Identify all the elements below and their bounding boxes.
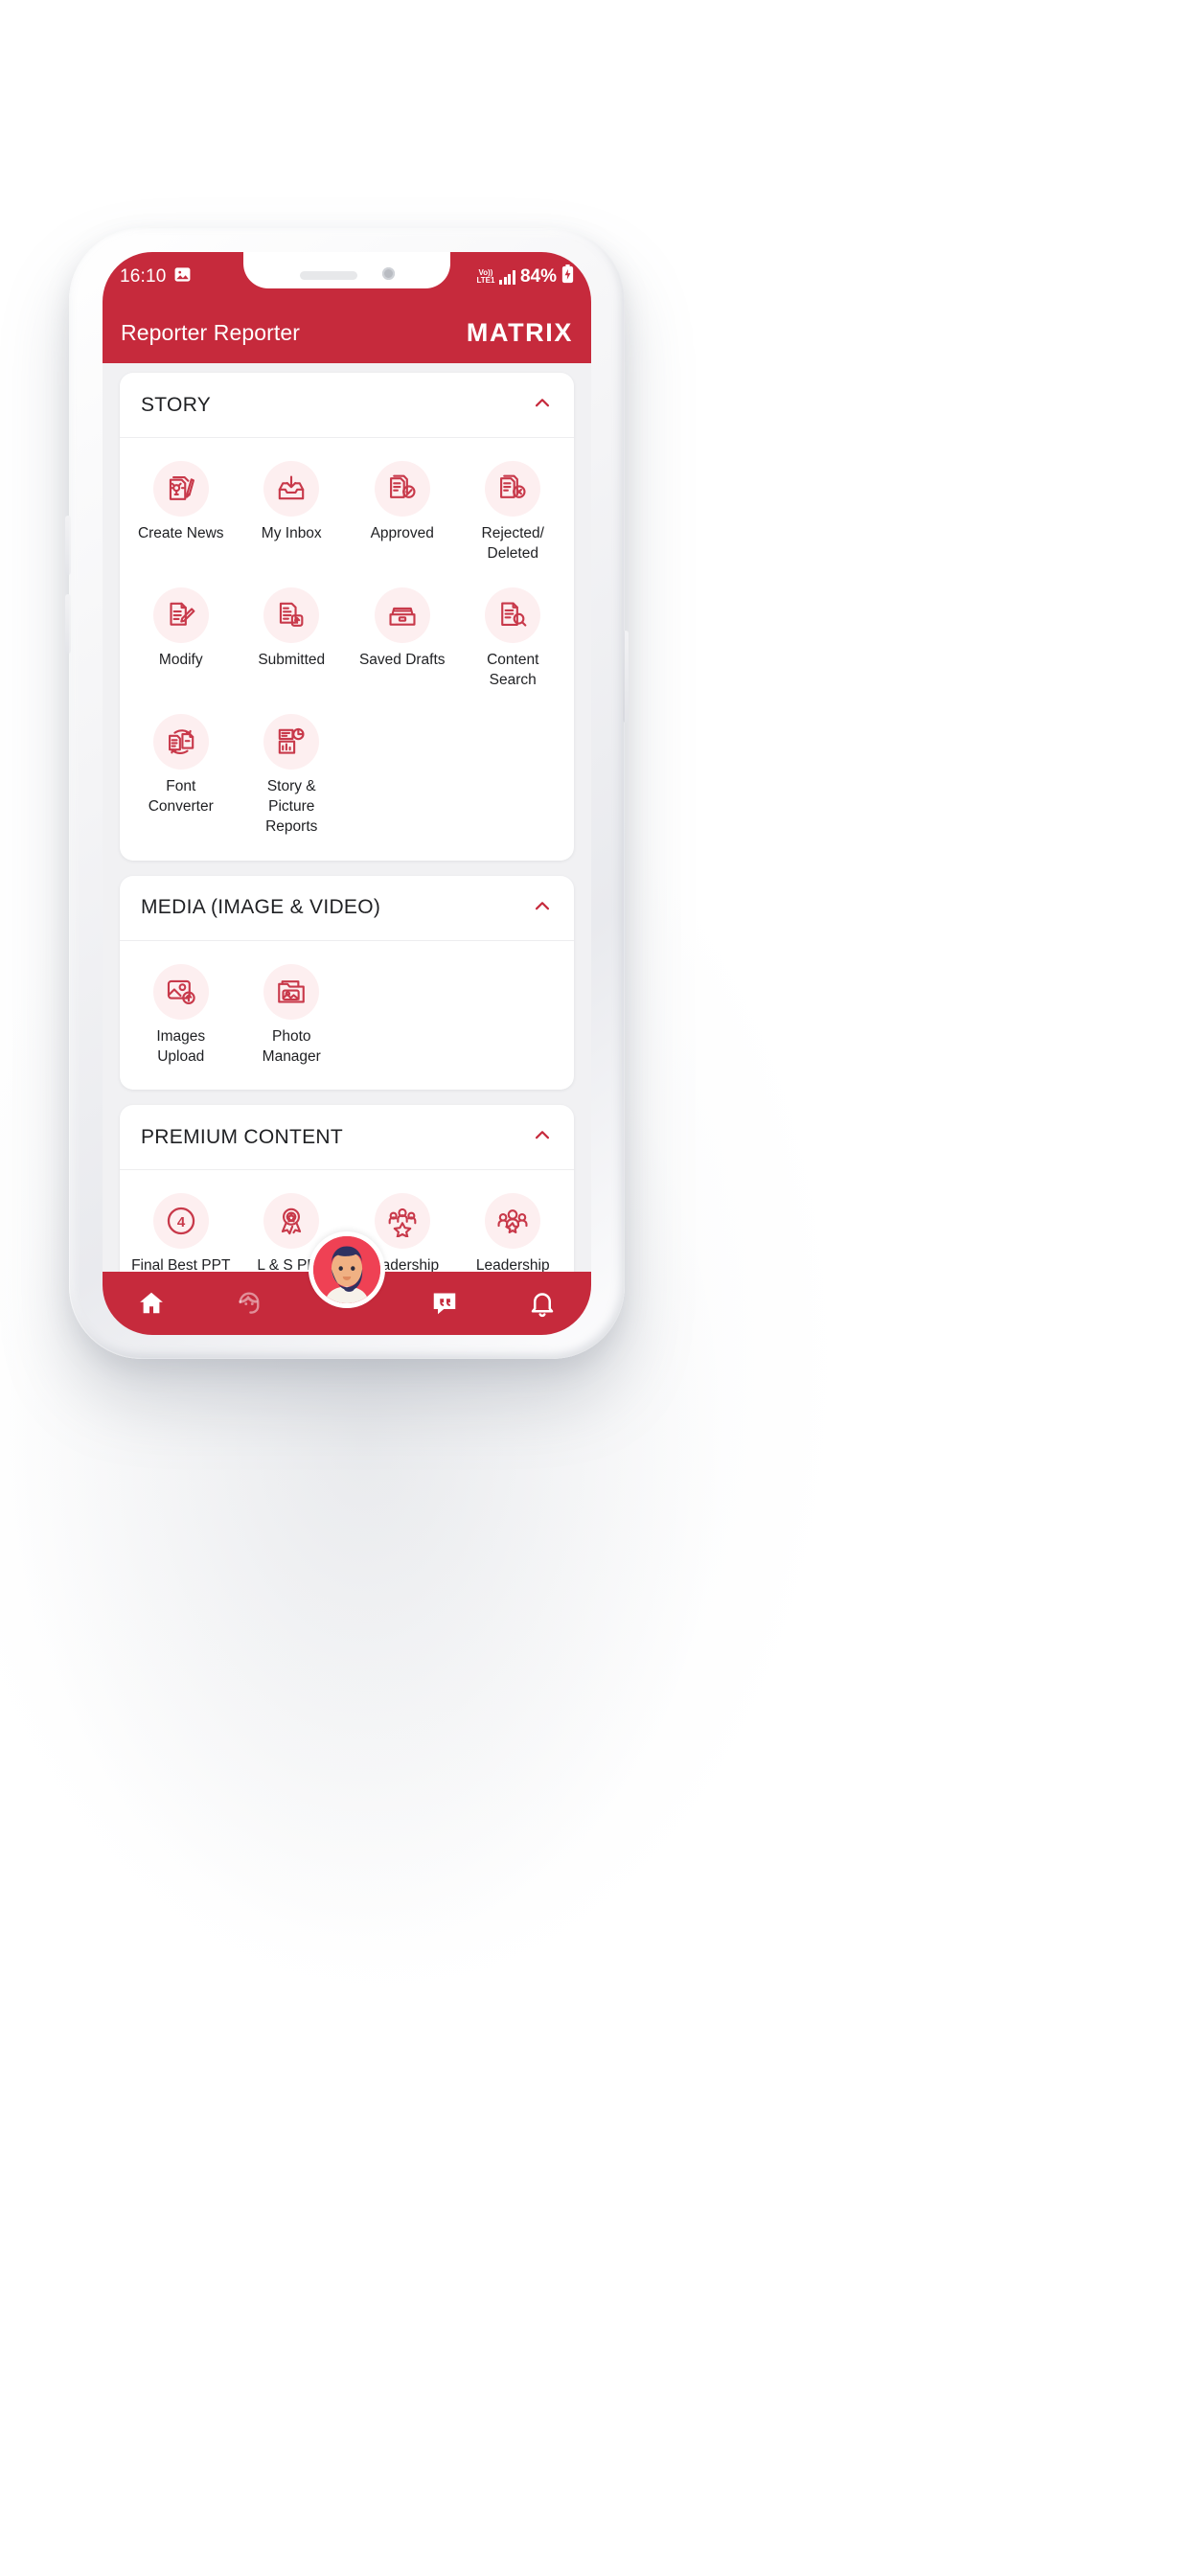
grid-tile[interactable]: Photo Manager [237,954,348,1075]
section-grid: Create News My Inbox Approved Rejected/Dele… [120,438,574,861]
grid-tile[interactable]: Submitted [237,578,348,699]
tile-label: Story & Picture Reports [265,777,318,836]
face-profile-icon [235,1289,263,1318]
grid-tile[interactable]: Create News [126,451,237,572]
svg-text:4: 4 [177,1215,186,1231]
phone-device: 16:10 Vo)) LTE1 84% Reporter Reporter MA… [65,228,629,1359]
section-title: MEDIA (IMAGE & VIDEO) [141,896,381,919]
chevron-up-icon[interactable] [532,1124,553,1150]
status-bar: 16:10 Vo)) LTE1 84% [103,252,591,302]
nav-item-notifications[interactable] [512,1272,573,1335]
number-four-circle-icon: 4 [152,1193,209,1250]
grid-tile[interactable]: Saved Drafts [347,578,458,699]
drawer-icon [374,586,430,643]
grid-tile[interactable]: Story & Picture Reports [237,704,348,845]
quote-bubble-icon [430,1289,459,1318]
phone-screen: 16:10 Vo)) LTE1 84% Reporter Reporter MA… [103,252,591,1335]
document-search-icon [485,586,541,643]
grid-tile[interactable]: Content Search [458,578,569,699]
volume-up-button[interactable] [65,516,71,575]
group-star-icon [485,1193,541,1250]
nav-item-home[interactable] [121,1272,182,1335]
section-card: STORY Create News My Inbox Approved Rejected… [120,373,574,861]
document-upload-icon [263,586,320,643]
section-header[interactable]: STORY [120,373,574,438]
image-icon [173,265,192,289]
front-camera [381,267,395,280]
section-title: PREMIUM CONTENT [141,1125,343,1148]
photo-folder-icon [263,963,320,1020]
battery-percent: 84% [519,266,557,287]
tile-label: Content Search [487,651,539,689]
grid-tile[interactable]: Approved [347,451,458,572]
status-time: 16:10 [120,266,167,287]
avatar-image [313,1236,380,1303]
leadership-star-icon [374,1193,430,1250]
section-header[interactable]: MEDIA (IMAGE & VIDEO) [120,876,574,941]
power-button[interactable] [623,631,629,723]
volte-icon: Vo)) LTE1 [476,268,495,285]
home-icon [137,1289,166,1318]
grid-tile[interactable]: Images Upload [126,954,237,1075]
earpiece-speaker [299,271,357,280]
create-news-icon [152,461,209,517]
signal-bars-icon [499,269,515,285]
nav-item-profile[interactable] [218,1272,280,1335]
image-upload-icon [152,963,209,1020]
inbox-download-icon [263,461,320,517]
document-pencil-icon [152,586,209,643]
grid-tile[interactable]: Font Converter [126,704,237,845]
chevron-up-icon[interactable] [532,895,553,921]
status-bar-right: Vo)) LTE1 84% [477,264,575,289]
page-title: Reporter Reporter [121,319,301,345]
tile-label: Create News [137,525,224,541]
report-chart-icon [263,713,320,770]
tile-label: Photo Manager [262,1027,321,1065]
document-check-icon [374,461,430,517]
section-title: STORY [141,393,212,416]
user-avatar[interactable] [309,1231,385,1308]
notch [243,252,450,288]
award-ribbon-icon [263,1193,320,1250]
tile-label: Approved [370,525,434,541]
tile-label: Modify [158,651,203,668]
section-grid: Images Upload Photo Manager [120,941,574,1091]
font-converter-icon [152,713,209,770]
brand-logo: MATRIX [466,317,573,347]
section-header[interactable]: PREMIUM CONTENT [120,1105,574,1171]
tile-label: My Inbox [261,525,322,541]
nav-item-messages[interactable] [414,1272,475,1335]
status-bar-left: 16:10 [120,265,192,289]
document-cross-icon [485,461,541,517]
grid-tile[interactable]: My Inbox [237,451,348,572]
tile-label: Images Upload [156,1027,206,1065]
tile-label: Saved Drafts [358,651,446,668]
tile-label: Submitted [258,651,326,668]
volume-down-button[interactable] [65,594,71,654]
app-bar: Reporter Reporter MATRIX [103,302,591,363]
chevron-up-icon[interactable] [532,392,553,418]
battery-charging-icon [561,264,574,289]
grid-tile[interactable]: Modify [126,578,237,699]
tile-label: Rejected/Deleted [481,525,544,563]
section-card: MEDIA (IMAGE & VIDEO) Images Upload Photo Ma… [120,875,574,1091]
bell-icon [528,1289,557,1318]
tile-label: Font Converter [148,777,214,815]
content-scroll[interactable]: STORY Create News My Inbox Approved Rejected… [103,363,591,1335]
grid-tile[interactable]: Rejected/Deleted [458,451,569,572]
